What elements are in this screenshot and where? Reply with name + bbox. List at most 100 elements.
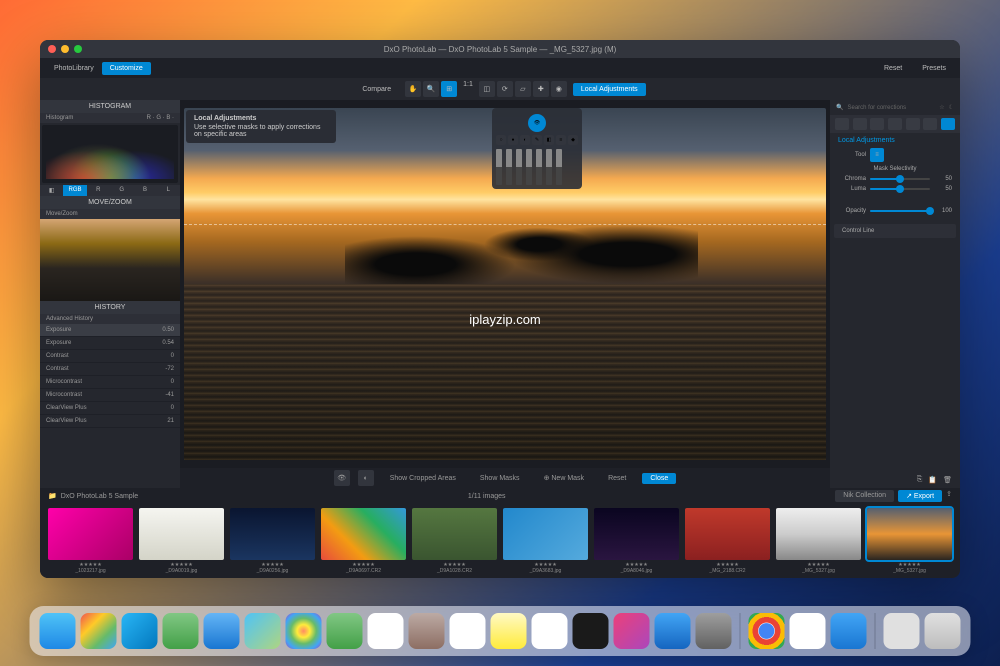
dock-contacts-icon[interactable]: [409, 613, 445, 649]
thumbnail[interactable]: ★★★★★_D9A8046.jpg: [594, 508, 679, 574]
dock-photos-icon[interactable]: [286, 613, 322, 649]
thumbnail[interactable]: ★★★★★_D9A0697.CR2: [321, 508, 406, 574]
show-masks-button[interactable]: Show Masks: [472, 473, 528, 484]
redeye-tool-icon[interactable]: ◉: [551, 81, 567, 97]
thumbnail[interactable]: ★★★★★_MG_5327.jpg: [867, 508, 952, 574]
dock-facetime-icon[interactable]: [327, 613, 363, 649]
dock-music-icon[interactable]: [614, 613, 650, 649]
thumbnail[interactable]: ★★★★★_D9A1028.CR2: [412, 508, 497, 574]
history-item[interactable]: Exposure0.54: [40, 337, 180, 350]
dock-tv-icon[interactable]: [573, 613, 609, 649]
local-adj-title[interactable]: Local Adjustments: [838, 137, 952, 144]
histo-tab-clip[interactable]: ◧: [40, 185, 63, 196]
slider-luma[interactable]: Luma50: [838, 186, 952, 192]
histo-tab-G[interactable]: G: [110, 185, 133, 196]
history-item[interactable]: Microcontrast-41: [40, 389, 180, 402]
dock-weather-icon[interactable]: [831, 613, 867, 649]
export-button[interactable]: ↗ Export: [898, 490, 942, 502]
local-adjustments-button[interactable]: Local Adjustments: [573, 83, 646, 96]
color-tab-icon[interactable]: [853, 118, 867, 130]
adjustment-overlay[interactable]: 👁 ○ ● ◐ ✎ ◧ ≡ ◆: [492, 108, 582, 189]
share-icon[interactable]: ⇪: [946, 490, 952, 502]
reset-button[interactable]: Reset: [876, 62, 910, 75]
thumbnail[interactable]: ★★★★★_MG_5327.jpg: [776, 508, 861, 574]
horizon-tool-icon[interactable]: ⟳: [497, 81, 513, 97]
mask-tool-1-icon[interactable]: ○: [496, 135, 506, 145]
mask-view-icon[interactable]: ◐: [358, 470, 374, 486]
canvas-area[interactable]: iplayzip.com Local Adjustments Use selec…: [180, 100, 830, 468]
dock-chrome-icon[interactable]: [749, 613, 785, 649]
preview-icon[interactable]: 👁: [334, 470, 350, 486]
fx-tab-icon[interactable]: [941, 118, 955, 130]
dock-reminders-icon[interactable]: [450, 613, 486, 649]
mask-tool-5-icon[interactable]: ◧: [544, 135, 554, 145]
dock-launchpad-icon[interactable]: [81, 613, 117, 649]
copy-icon[interactable]: ⎘: [917, 476, 923, 484]
history-item[interactable]: ClearView Plus0: [40, 402, 180, 415]
thumbnail[interactable]: ★★★★★_D9A0256.jpg: [230, 508, 315, 574]
local-tab-icon[interactable]: [906, 118, 920, 130]
mask-tool-4-icon[interactable]: ✎: [532, 135, 542, 145]
dock-messages-icon[interactable]: [163, 613, 199, 649]
dock-notes-icon[interactable]: [491, 613, 527, 649]
histo-tab-B[interactable]: B: [133, 185, 156, 196]
maximize-icon[interactable]: [74, 45, 82, 53]
new-mask-button[interactable]: ⊕ New Mask: [536, 472, 593, 484]
trash-icon[interactable]: 🗑: [943, 476, 952, 484]
breadcrumb[interactable]: DxO PhotoLab 5 Sample: [61, 493, 138, 500]
nik-button[interactable]: Nik Collection: [835, 490, 894, 502]
dock-maps-icon[interactable]: [245, 613, 281, 649]
dock-trash-icon[interactable]: [925, 613, 961, 649]
history-header[interactable]: HISTORY: [40, 301, 180, 314]
close-icon[interactable]: [48, 45, 56, 53]
dock-appstore-icon[interactable]: [655, 613, 691, 649]
minimize-icon[interactable]: [61, 45, 69, 53]
dock-notion-icon[interactable]: [790, 613, 826, 649]
compare-button[interactable]: Compare: [354, 83, 399, 96]
mask-tool-3-icon[interactable]: ◐: [520, 135, 530, 145]
paste-icon[interactable]: 📋: [928, 476, 937, 484]
close-masks-button[interactable]: Close: [642, 473, 676, 484]
show-cropped-button[interactable]: Show Cropped Areas: [382, 473, 464, 484]
watermark-tab-icon[interactable]: [923, 118, 937, 130]
crop-tool-icon[interactable]: ◫: [479, 81, 495, 97]
slider-opacity[interactable]: Opacity100: [838, 208, 952, 214]
horizon-guide[interactable]: [184, 224, 826, 225]
fit-tool-icon[interactable]: ⊞: [441, 81, 457, 97]
thumbnail[interactable]: ★★★★★_1023217.jpg: [48, 508, 133, 574]
dock-safari-icon[interactable]: [122, 613, 158, 649]
perspective-tool-icon[interactable]: ▱: [515, 81, 531, 97]
histogram-header[interactable]: HISTOGRAM: [40, 100, 180, 113]
presets-button[interactable]: Presets: [914, 62, 954, 75]
dock-calendar-icon[interactable]: [368, 613, 404, 649]
dock-finder-icon[interactable]: [40, 613, 76, 649]
mask-tool-7-icon[interactable]: ◆: [568, 135, 578, 145]
control-line-tool-icon[interactable]: ≡: [870, 148, 884, 162]
histo-tab-RGB[interactable]: RGB: [63, 185, 86, 196]
zoom-tool-icon[interactable]: 🔍: [423, 81, 439, 97]
histo-tab-L[interactable]: L: [157, 185, 180, 196]
reset-masks-button[interactable]: Reset: [600, 473, 634, 484]
repair-tool-icon[interactable]: ✚: [533, 81, 549, 97]
mask-tool-2-icon[interactable]: ●: [508, 135, 518, 145]
history-item[interactable]: Microcontrast0: [40, 376, 180, 389]
hand-tool-icon[interactable]: ✋: [405, 81, 421, 97]
dock-preview-icon[interactable]: [884, 613, 920, 649]
search-icon[interactable]: 🔍: [836, 104, 843, 111]
history-item[interactable]: Contrast0: [40, 350, 180, 363]
photolibrary-tab[interactable]: PhotoLibrary: [46, 62, 102, 75]
history-item[interactable]: Exposure0.50: [40, 324, 180, 337]
history-item[interactable]: Contrast-72: [40, 363, 180, 376]
histo-tab-R[interactable]: R: [87, 185, 110, 196]
light-tab-icon[interactable]: [835, 118, 849, 130]
star-icon[interactable]: ☆: [939, 104, 944, 111]
folder-icon[interactable]: 📁: [48, 492, 57, 500]
detail-tab-icon[interactable]: [870, 118, 884, 130]
dock-settings-icon[interactable]: [696, 613, 732, 649]
mask-tool-6-icon[interactable]: ≡: [556, 135, 566, 145]
movezoom-header[interactable]: MOVE/ZOOM: [40, 196, 180, 209]
thumbnail[interactable]: ★★★★★_D9A0019.jpg: [139, 508, 224, 574]
control-line-item[interactable]: Control Line: [834, 224, 956, 238]
moon-icon[interactable]: ☾: [949, 104, 954, 111]
geometry-tab-icon[interactable]: [888, 118, 902, 130]
